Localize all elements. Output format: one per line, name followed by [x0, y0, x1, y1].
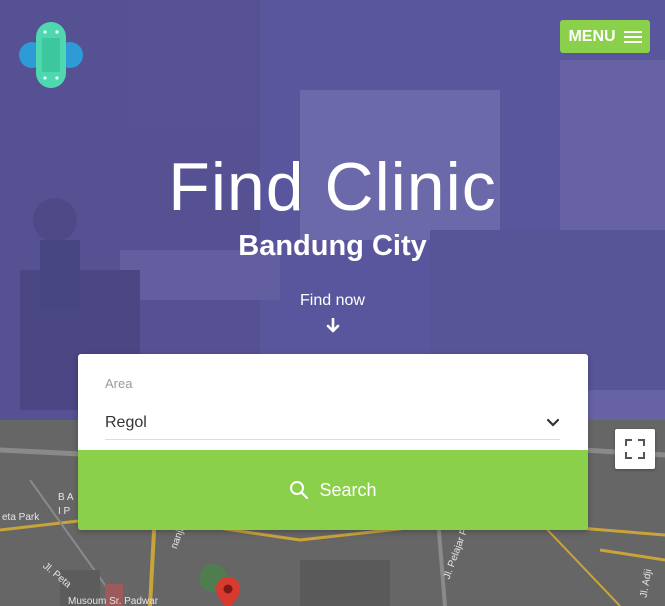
- search-button-label: Search: [319, 479, 377, 500]
- area-label: Area: [105, 376, 133, 391]
- map-label: I P: [58, 506, 71, 517]
- bandage-logo[interactable]: [18, 22, 84, 88]
- search-button[interactable]: Search: [78, 450, 588, 530]
- page-title: Find Clinic: [168, 149, 497, 225]
- arrow-down-icon[interactable]: [325, 318, 341, 334]
- fullscreen-button[interactable]: [615, 429, 655, 469]
- fullscreen-icon: [625, 439, 645, 459]
- map-label: Musoum Sr. Padwar: [68, 596, 159, 606]
- search-card: Area Regol Search: [78, 354, 588, 530]
- area-select[interactable]: Regol: [105, 406, 560, 440]
- search-icon: [290, 481, 309, 500]
- menu-label: MENU: [568, 27, 616, 45]
- area-selected-value: Regol: [105, 413, 147, 431]
- map-label: B A: [58, 492, 74, 503]
- find-now-link[interactable]: Find now: [0, 292, 665, 310]
- chevron-down-icon: [546, 418, 560, 427]
- map-label: eta Park: [2, 512, 40, 523]
- hamburger-icon: [623, 30, 642, 44]
- menu-button[interactable]: MENU: [560, 20, 650, 53]
- page-subtitle: Bandung City: [238, 230, 427, 262]
- map-pin-icon[interactable]: [215, 576, 241, 606]
